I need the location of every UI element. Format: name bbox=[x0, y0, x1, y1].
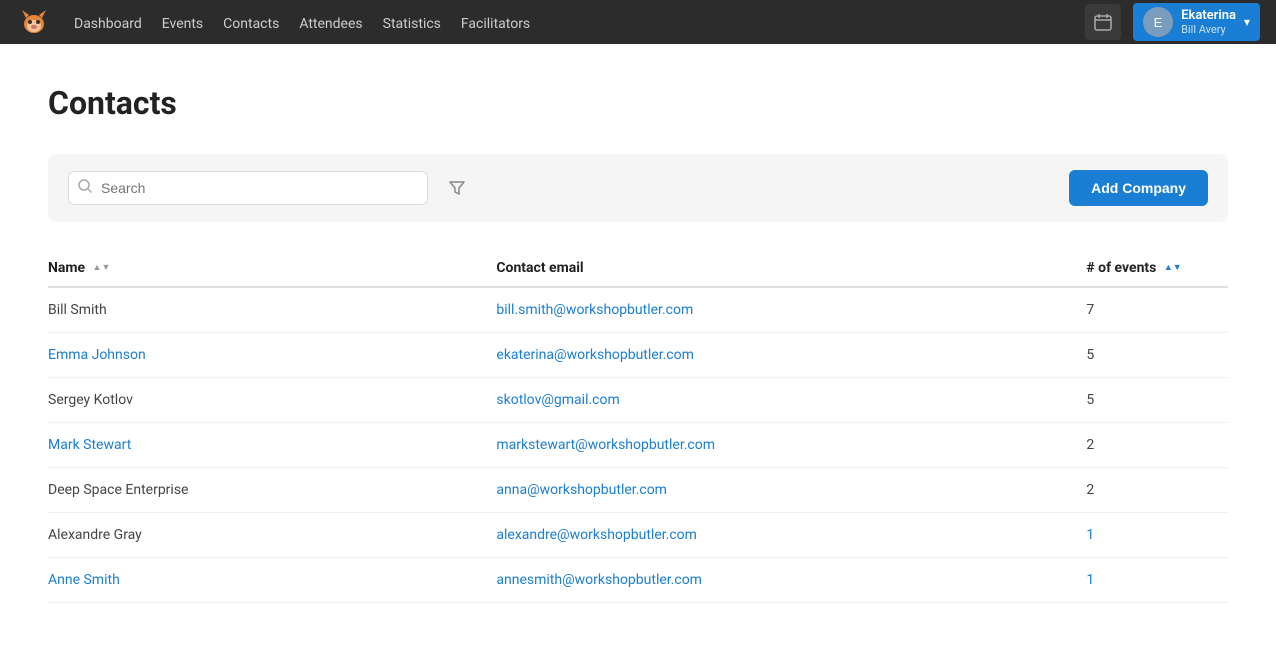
contact-name[interactable]: Anne Smith bbox=[48, 558, 496, 603]
col-header-events: # of events ▲▼ bbox=[1086, 250, 1228, 287]
contact-events: 2 bbox=[1086, 468, 1228, 513]
user-sub: Bill Avery bbox=[1181, 23, 1236, 36]
contact-events: 5 bbox=[1086, 378, 1228, 423]
contact-email[interactable]: anna@workshopbutler.com bbox=[496, 468, 1086, 513]
table-row: Sergey Kotlovskotlov@gmail.com5 bbox=[48, 378, 1228, 423]
contact-name[interactable]: Emma Johnson bbox=[48, 333, 496, 378]
table-row: Anne Smithannesmith@workshopbutler.com1 bbox=[48, 558, 1228, 603]
nav-links: DashboardEventsContactsAttendeesStatisti… bbox=[64, 13, 540, 32]
table-body: Bill Smithbill.smith@workshopbutler.com7… bbox=[48, 287, 1228, 603]
contact-name: Deep Space Enterprise bbox=[48, 468, 496, 513]
events-sort-icon[interactable]: ▲▼ bbox=[1164, 264, 1182, 273]
navbar: DashboardEventsContactsAttendeesStatisti… bbox=[0, 0, 1276, 44]
contact-name: Sergey Kotlov bbox=[48, 378, 496, 423]
user-name: Ekaterina bbox=[1181, 8, 1236, 23]
contact-email[interactable]: annesmith@workshopbutler.com bbox=[496, 558, 1086, 603]
contact-email[interactable]: ekaterina@workshopbutler.com bbox=[496, 333, 1086, 378]
table-header: Name ▲▼ Contact email # of events ▲▼ bbox=[48, 250, 1228, 287]
contact-events: 1 bbox=[1086, 558, 1228, 603]
col-header-email: Contact email bbox=[496, 250, 1086, 287]
col-header-name: Name ▲▼ bbox=[48, 250, 496, 287]
nav-link-dashboard[interactable]: Dashboard bbox=[64, 12, 152, 36]
calendar-button[interactable] bbox=[1085, 4, 1121, 40]
table-row: Mark Stewartmarkstewart@workshopbutler.c… bbox=[48, 423, 1228, 468]
logo bbox=[16, 4, 52, 40]
table-row: Emma Johnsonekaterina@workshopbutler.com… bbox=[48, 333, 1228, 378]
table-row: Alexandre Grayalexandre@workshopbutler.c… bbox=[48, 513, 1228, 558]
contact-name[interactable]: Mark Stewart bbox=[48, 423, 496, 468]
nav-link-attendees[interactable]: Attendees bbox=[289, 12, 372, 36]
name-sort-icon[interactable]: ▲▼ bbox=[93, 264, 111, 273]
table-row: Bill Smithbill.smith@workshopbutler.com7 bbox=[48, 287, 1228, 333]
svg-text:E: E bbox=[1154, 15, 1163, 30]
page-content: Contacts Add Company bbox=[0, 44, 1276, 643]
contact-email[interactable]: skotlov@gmail.com bbox=[496, 378, 1086, 423]
contact-events: 7 bbox=[1086, 287, 1228, 333]
add-company-button[interactable]: Add Company bbox=[1069, 170, 1208, 206]
filter-button[interactable] bbox=[440, 175, 474, 201]
nav-link-events[interactable]: Events bbox=[152, 12, 213, 36]
search-input[interactable] bbox=[68, 171, 428, 205]
contact-email[interactable]: alexandre@workshopbutler.com bbox=[496, 513, 1086, 558]
contact-events: 1 bbox=[1086, 513, 1228, 558]
nav-link-facilitators[interactable]: Facilitators bbox=[451, 12, 540, 36]
search-wrapper bbox=[68, 171, 428, 205]
page-title: Contacts bbox=[48, 84, 1228, 122]
user-menu[interactable]: E Ekaterina Bill Avery ▾ bbox=[1133, 3, 1260, 41]
contact-events: 5 bbox=[1086, 333, 1228, 378]
contact-name: Alexandre Gray bbox=[48, 513, 496, 558]
nav-link-statistics[interactable]: Statistics bbox=[373, 12, 451, 36]
avatar: E bbox=[1143, 7, 1173, 37]
contact-email[interactable]: markstewart@workshopbutler.com bbox=[496, 423, 1086, 468]
nav-link-contacts[interactable]: Contacts bbox=[213, 12, 289, 36]
contact-name: Bill Smith bbox=[48, 287, 496, 333]
user-chevron-icon: ▾ bbox=[1244, 15, 1250, 29]
toolbar: Add Company bbox=[48, 154, 1228, 222]
contact-events: 2 bbox=[1086, 423, 1228, 468]
contact-email[interactable]: bill.smith@workshopbutler.com bbox=[496, 287, 1086, 333]
table-row: Deep Space Enterpriseanna@workshopbutler… bbox=[48, 468, 1228, 513]
contacts-table: Name ▲▼ Contact email # of events ▲▼ Bil… bbox=[48, 250, 1228, 603]
